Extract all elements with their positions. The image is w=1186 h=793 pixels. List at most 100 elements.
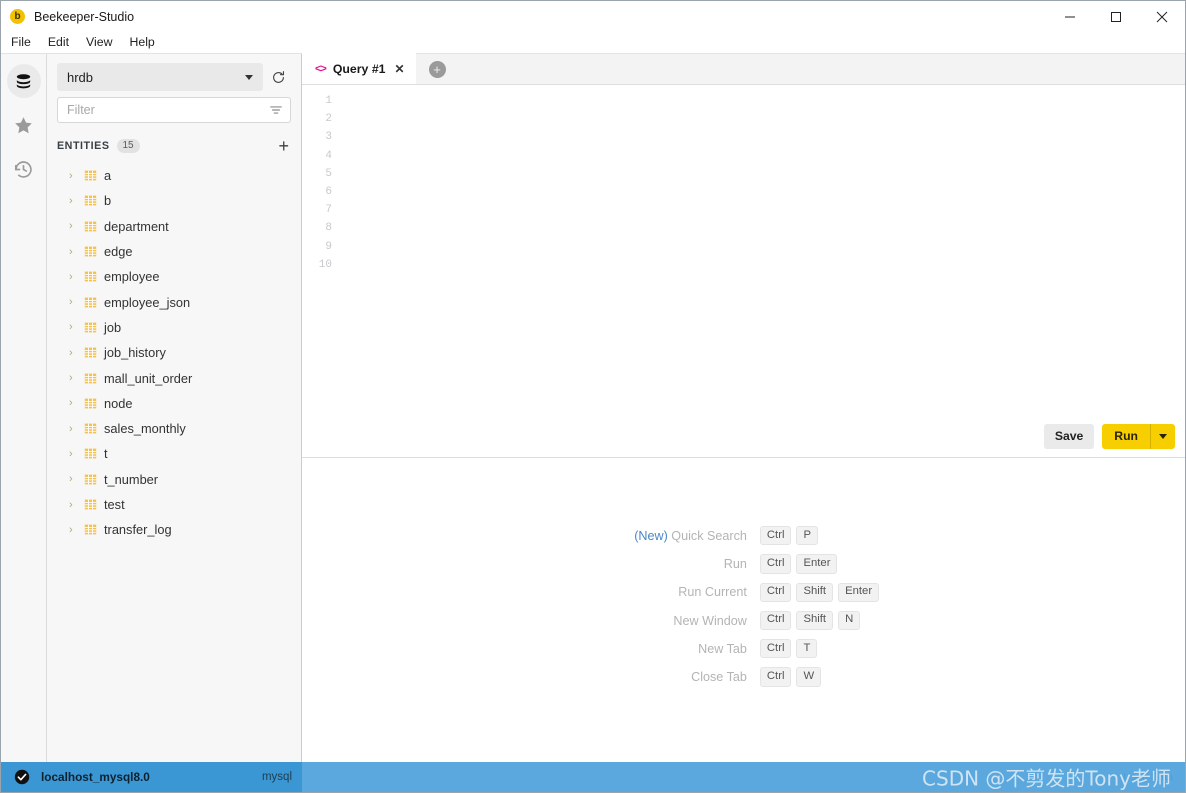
- sql-editor[interactable]: 12345678910 Save Run: [302, 85, 1185, 457]
- rail-item-history[interactable]: [7, 152, 41, 186]
- entity-row[interactable]: › department: [57, 214, 291, 239]
- table-icon: [84, 296, 97, 309]
- rail-item-favorites[interactable]: [7, 108, 41, 142]
- chevron-right-icon[interactable]: ›: [69, 524, 84, 536]
- key-cap: Ctrl: [760, 526, 792, 545]
- table-icon: [84, 447, 104, 460]
- chevron-right-icon[interactable]: ›: [69, 499, 84, 511]
- entity-row[interactable]: ›job: [57, 315, 291, 340]
- entity-name: a: [104, 168, 111, 183]
- entity-name: department: [104, 219, 169, 234]
- entity-name: employee: [104, 269, 160, 284]
- menu-item-file[interactable]: File: [9, 33, 40, 52]
- history-icon: [13, 159, 34, 180]
- editor-code-area[interactable]: [332, 85, 1185, 457]
- entity-row[interactable]: ›b: [57, 188, 291, 213]
- chevron-right-icon[interactable]: ›: [69, 397, 84, 409]
- chevron-right-icon[interactable]: ›: [69, 220, 84, 232]
- tab-query-1[interactable]: <> Query #1 ✕: [302, 53, 416, 84]
- tab-bar: <> Query #1 ✕ +: [302, 54, 1185, 85]
- shortcut-label-wrap: Run: [608, 557, 760, 571]
- key-cap: Ctrl: [760, 583, 792, 602]
- line-number: 8: [302, 219, 332, 237]
- key-cap: Ctrl: [760, 554, 792, 573]
- shortcut-label: Close Tab: [691, 670, 747, 684]
- table-icon: [84, 473, 97, 486]
- line-number: 9: [302, 238, 332, 256]
- entity-row[interactable]: › job_history: [57, 340, 291, 365]
- run-button[interactable]: Run: [1102, 424, 1150, 449]
- shortcut-row: RunCtrlEnter: [608, 554, 879, 573]
- entity-row[interactable]: ›mall_unit_order: [57, 365, 291, 390]
- shortcut-keys: CtrlShiftN: [760, 611, 860, 630]
- close-icon[interactable]: ✕: [393, 62, 407, 76]
- entity-name: t_number: [104, 472, 158, 487]
- table-icon: [84, 220, 104, 233]
- entity-row[interactable]: ›t: [57, 441, 291, 466]
- refresh-icon[interactable]: [265, 63, 291, 91]
- chevron-right-icon[interactable]: ›: [69, 195, 84, 207]
- results-pane: (New) Quick SearchCtrlPRunCtrlEnterRun C…: [302, 457, 1185, 762]
- status-connection-section[interactable]: localhost_mysql8.0 mysql: [1, 762, 302, 792]
- shortcut-label-wrap: Run Current: [608, 585, 760, 599]
- chevron-right-icon[interactable]: ›: [69, 321, 84, 333]
- minimize-icon[interactable]: [1047, 1, 1093, 32]
- entity-row[interactable]: ›transfer_log: [57, 517, 291, 542]
- add-entity-button[interactable]: +: [278, 137, 289, 155]
- database-selector[interactable]: hrdb: [57, 63, 263, 91]
- chevron-right-icon[interactable]: ›: [69, 372, 84, 384]
- key-cap: Shift: [796, 583, 833, 602]
- rail-item-database[interactable]: [7, 64, 41, 98]
- table-icon: [84, 473, 104, 486]
- run-dropdown-button[interactable]: [1150, 424, 1175, 449]
- shortcut-row: (New) Quick SearchCtrlP: [608, 526, 879, 545]
- entity-row[interactable]: ›employee_json: [57, 289, 291, 314]
- chevron-right-icon[interactable]: ›: [69, 271, 84, 283]
- chevron-right-icon[interactable]: ›: [69, 170, 84, 182]
- entity-row[interactable]: ›a: [57, 163, 291, 188]
- entity-row[interactable]: ›test: [57, 492, 291, 517]
- entity-row[interactable]: ›edge: [57, 239, 291, 264]
- line-number: 3: [302, 128, 332, 146]
- save-button[interactable]: Save: [1044, 424, 1094, 449]
- filter-icon[interactable]: [269, 103, 283, 117]
- key-cap: Enter: [838, 583, 879, 602]
- shortcut-row: Close TabCtrlW: [608, 667, 879, 686]
- app-window: b Beekeeper-Studio File Edit View Help: [0, 0, 1186, 793]
- chevron-right-icon[interactable]: ›: [69, 246, 84, 258]
- shortcut-prefix[interactable]: (New): [634, 529, 668, 543]
- line-number: 6: [302, 183, 332, 201]
- run-button-group: Run: [1102, 424, 1175, 449]
- entity-row[interactable]: › t_number: [57, 467, 291, 492]
- editor-actions: Save Run: [1044, 424, 1175, 449]
- shortcut-label: Run Current: [678, 585, 747, 599]
- menu-item-help[interactable]: Help: [121, 33, 163, 52]
- entity-row[interactable]: › employee: [57, 264, 291, 289]
- chevron-right-icon[interactable]: ›: [69, 423, 84, 435]
- shortcut-row: New WindowCtrlShiftN: [608, 611, 879, 630]
- menu-item-view[interactable]: View: [78, 33, 121, 52]
- entities-label: ENTITIES: [57, 140, 110, 152]
- entity-row[interactable]: ›node: [57, 391, 291, 416]
- table-icon: [84, 245, 97, 258]
- chevron-right-icon[interactable]: ›: [69, 347, 84, 359]
- line-number: 2: [302, 110, 332, 128]
- chevron-right-icon[interactable]: ›: [69, 296, 84, 308]
- entity-row[interactable]: ›sales_monthly: [57, 416, 291, 441]
- main-panel: <> Query #1 ✕ + 12345678910 Save Run: [302, 54, 1185, 762]
- window-title: Beekeeper-Studio: [34, 10, 134, 24]
- chevron-right-icon[interactable]: ›: [69, 448, 84, 460]
- table-icon: [84, 270, 97, 283]
- add-tab-button[interactable]: +: [429, 61, 446, 78]
- filter-input[interactable]: [67, 103, 269, 117]
- maximize-icon[interactable]: [1093, 1, 1139, 32]
- entity-name: job_history: [104, 345, 166, 360]
- filter-box[interactable]: [57, 97, 291, 123]
- close-icon[interactable]: [1139, 1, 1185, 32]
- chevron-right-icon[interactable]: ›: [69, 473, 84, 485]
- table-icon: [84, 169, 104, 182]
- shortcut-label: New Tab: [698, 642, 747, 656]
- menu-item-edit[interactable]: Edit: [40, 33, 78, 52]
- key-cap: T: [796, 639, 817, 658]
- table-icon: [84, 372, 104, 385]
